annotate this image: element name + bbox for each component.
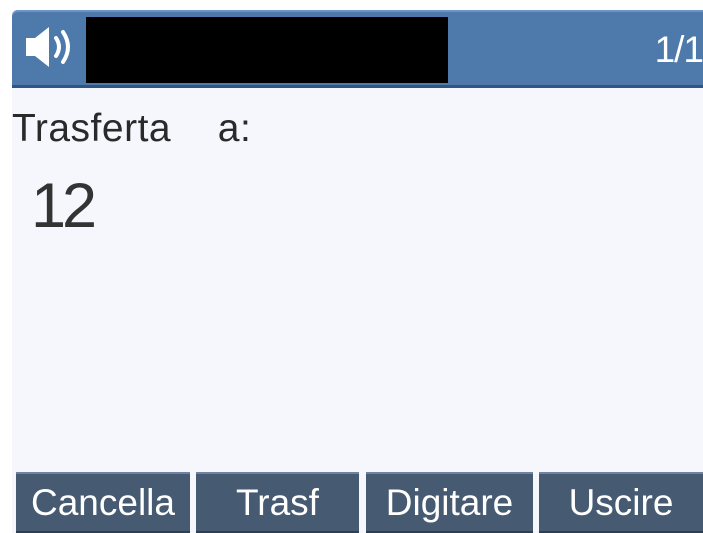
softkey-bar: Cancella Trasf Digitare Uscire bbox=[16, 472, 703, 533]
phone-screen: 1/1 Trasferta a: 12 Cancella Trasf Digit… bbox=[0, 0, 703, 533]
main-panel bbox=[12, 10, 703, 533]
entered-number[interactable]: 12 bbox=[31, 170, 97, 242]
speaker-icon bbox=[26, 27, 70, 67]
transfer-label: Trasferta a: bbox=[12, 107, 252, 150]
page-indicator: 1/1 bbox=[654, 29, 703, 70]
cancel-softkey[interactable]: Cancella bbox=[16, 472, 190, 533]
dial-softkey[interactable]: Digitare bbox=[366, 472, 533, 533]
redacted-caller-name bbox=[86, 17, 448, 83]
transfer-softkey[interactable]: Trasf bbox=[196, 472, 359, 533]
exit-softkey[interactable]: Uscire bbox=[539, 472, 703, 533]
